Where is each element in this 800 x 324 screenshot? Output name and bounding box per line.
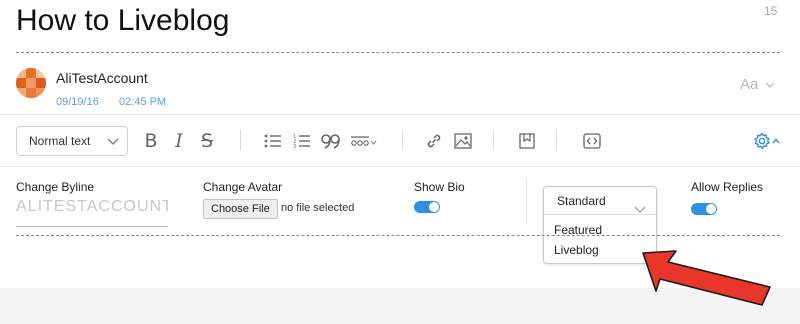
annotation-arrow-icon — [642, 250, 771, 306]
